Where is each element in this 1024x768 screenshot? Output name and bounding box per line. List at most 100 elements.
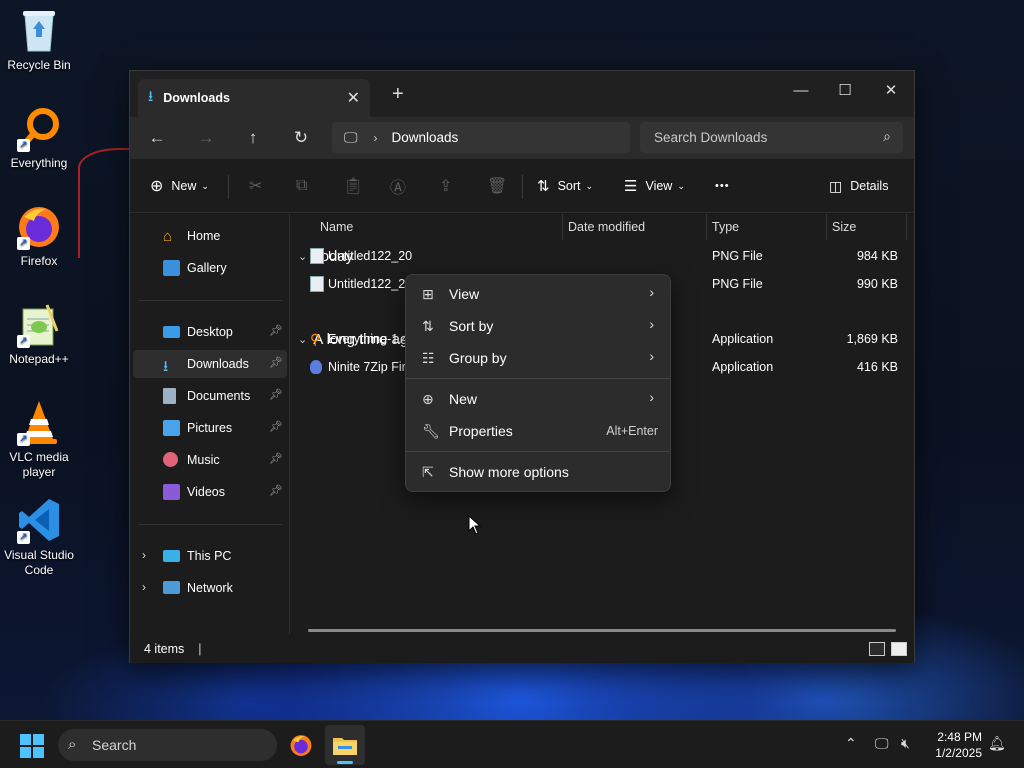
sidebar-item-pictures[interactable]: Pictures 📌︎ (133, 414, 287, 442)
minimize-button[interactable]: — (778, 75, 824, 105)
sidebar-item-music[interactable]: Music 📌︎ (133, 446, 287, 474)
column-header-date[interactable]: Date modified (568, 214, 645, 240)
sort-button[interactable]: ⇅ Sort ⌄ (537, 159, 593, 213)
menu-item-group-by[interactable]: ☷ Group by › (410, 342, 668, 374)
cut-icon[interactable]: ✂ (249, 159, 262, 213)
sidebar-item-network[interactable]: › Network (133, 574, 287, 602)
chevron-up-icon[interactable]: ⌃ (845, 735, 857, 752)
sidebar-item-home[interactable]: ⌂ Home (133, 222, 287, 250)
breadcrumb-downloads[interactable]: Downloads (392, 130, 459, 145)
sidebar-item-downloads[interactable]: ⭳ Downloads 📌︎ (133, 350, 287, 378)
plus-circle-icon: ⊕ (422, 391, 434, 407)
taskbar-search-label: Search (92, 737, 137, 753)
tab-downloads[interactable]: ⭳ Downloads ✕ (138, 79, 370, 117)
maximize-button[interactable]: ☐ (822, 75, 868, 105)
file-size: 990 KB (856, 277, 898, 291)
pin-icon[interactable]: 📌︎ (269, 324, 283, 337)
notification-bell-icon[interactable]: 🔔︎ (988, 735, 1006, 752)
mouse-cursor-icon (468, 515, 482, 535)
gallery-icon (163, 260, 180, 276)
column-header-name[interactable]: Name (320, 214, 353, 240)
menu-item-new[interactable]: ⊕ New › (410, 383, 668, 415)
details-pane-button[interactable]: ◫ Details (829, 159, 888, 213)
desktop-icon-recycle-bin[interactable]: Recycle Bin (0, 6, 78, 73)
chevron-down-icon: ⌄ (585, 180, 594, 191)
desktop-icon-firefox[interactable]: ↗ Firefox (0, 202, 78, 269)
music-icon (163, 452, 178, 467)
pin-icon[interactable]: 📌︎ (269, 420, 283, 433)
plus-circle-icon: ⊕ (150, 178, 164, 195)
menu-item-show-more-options[interactable]: ⇱ Show more options (410, 456, 668, 488)
grid-icon: ⊞ (422, 286, 434, 302)
volume-muted-icon[interactable]: 🔇︎ (901, 735, 910, 752)
forward-arrow-icon[interactable]: → (192, 125, 220, 151)
sidebar-item-desktop[interactable]: Desktop 📌︎ (133, 318, 287, 346)
column-header-type[interactable]: Type (712, 214, 739, 240)
file-type: Application (712, 360, 774, 374)
sidebar-item-documents[interactable]: Documents 📌︎ (133, 382, 287, 410)
status-separator: | (198, 641, 202, 656)
file-type: Application (712, 332, 774, 346)
refresh-icon[interactable]: ↻ (287, 125, 315, 151)
new-button[interactable]: ⊕ New ⌄ (150, 159, 209, 213)
close-window-button[interactable]: ✕ (868, 75, 914, 105)
horizontal-scrollbar[interactable] (308, 629, 896, 632)
menu-item-sort-by[interactable]: ⇅ Sort by › (410, 310, 668, 342)
context-menu: ⊞ View › ⇅ Sort by › ☷ Group by › ⊕ New … (405, 274, 671, 492)
desktop-icon-notepadpp[interactable]: ↗ Notepad++ (0, 300, 78, 367)
sort-button-label: Sort (557, 179, 581, 193)
more-options-button[interactable]: ••• (715, 159, 730, 213)
desktop-icon-label: Visual Studio Code (4, 548, 74, 577)
chevron-right-icon[interactable]: › (142, 548, 146, 562)
share-icon[interactable]: ⇪ (439, 159, 452, 213)
paste-icon[interactable]: 📋︎ (343, 159, 363, 213)
back-arrow-icon[interactable]: ← (143, 125, 171, 151)
menu-item-label: Show more options (449, 464, 569, 480)
file-size: 984 KB (856, 249, 898, 263)
search-icon: ⌕ (883, 128, 891, 144)
desktop-icon-everything[interactable]: ↗ Everything (0, 104, 78, 171)
sidebar-item-label: Documents (187, 389, 251, 403)
system-clock[interactable]: 2:48 PM 1/2/2025 (926, 729, 982, 761)
file-size: 1,869 KB (846, 332, 898, 346)
chevron-down-icon: ⌄ (298, 334, 308, 346)
sidebar-item-label: Home (187, 229, 221, 243)
sidebar-item-videos[interactable]: Videos 📌︎ (133, 478, 287, 506)
search-input[interactable]: Search Downloads ⌕ (640, 122, 903, 153)
column-header-size[interactable]: Size (832, 214, 856, 240)
menu-item-view[interactable]: ⊞ View › (410, 278, 668, 310)
pin-icon[interactable]: 📌︎ (269, 484, 283, 497)
tab-close-icon[interactable]: ✕ (347, 88, 360, 108)
taskbar-firefox-icon[interactable] (281, 725, 321, 765)
desktop-icon-label: Notepad++ (9, 352, 69, 366)
sidebar-item-gallery[interactable]: Gallery (133, 254, 287, 282)
network-status-icon[interactable]: 🖵 (875, 735, 889, 752)
file-name: Ninite 7Zip Fire (328, 360, 413, 374)
sidebar-item-this-pc[interactable]: › This PC (133, 542, 287, 570)
desktop-icon-vlc[interactable]: ↗ VLC media player (0, 398, 78, 480)
navigation-pane: ⌂ Home Gallery Desktop 📌︎ ⭳ Downloads 📌︎… (130, 214, 290, 634)
pin-icon[interactable]: 📌︎ (269, 388, 283, 401)
details-view-icon[interactable] (869, 642, 885, 656)
new-tab-button[interactable]: + (392, 83, 404, 106)
view-button[interactable]: ☰ View ⌄ (624, 159, 685, 213)
menu-item-properties[interactable]: 🔧︎ Properties Alt+Enter (410, 415, 668, 447)
chevron-right-icon: › (649, 389, 654, 405)
up-arrow-icon[interactable]: ↑ (239, 125, 267, 151)
chevron-right-icon[interactable]: › (142, 580, 146, 594)
pin-icon[interactable]: 📌︎ (269, 356, 283, 369)
delete-icon[interactable]: 🗑︎ (487, 159, 507, 213)
large-icons-view-icon[interactable] (891, 642, 907, 656)
file-name: Untitled122_20 (328, 249, 413, 263)
copy-icon[interactable]: ⧉ (296, 159, 307, 213)
taskbar-file-explorer-icon[interactable] (325, 725, 365, 765)
taskbar-search-box[interactable]: ⌕ Search (58, 729, 277, 761)
desktop-icon-vscode[interactable]: ↗ Visual Studio Code (0, 496, 78, 578)
breadcrumb-chevron-icon: › (373, 130, 378, 145)
pin-icon[interactable]: 📌︎ (269, 452, 283, 465)
windows-start-icon[interactable] (20, 734, 44, 758)
chevron-right-icon: › (649, 316, 654, 332)
address-bar[interactable]: 🖵 › Downloads (332, 122, 630, 153)
rename-icon[interactable]: Ⓐ (390, 159, 406, 213)
notepadpp-icon: ↗ (15, 300, 63, 348)
